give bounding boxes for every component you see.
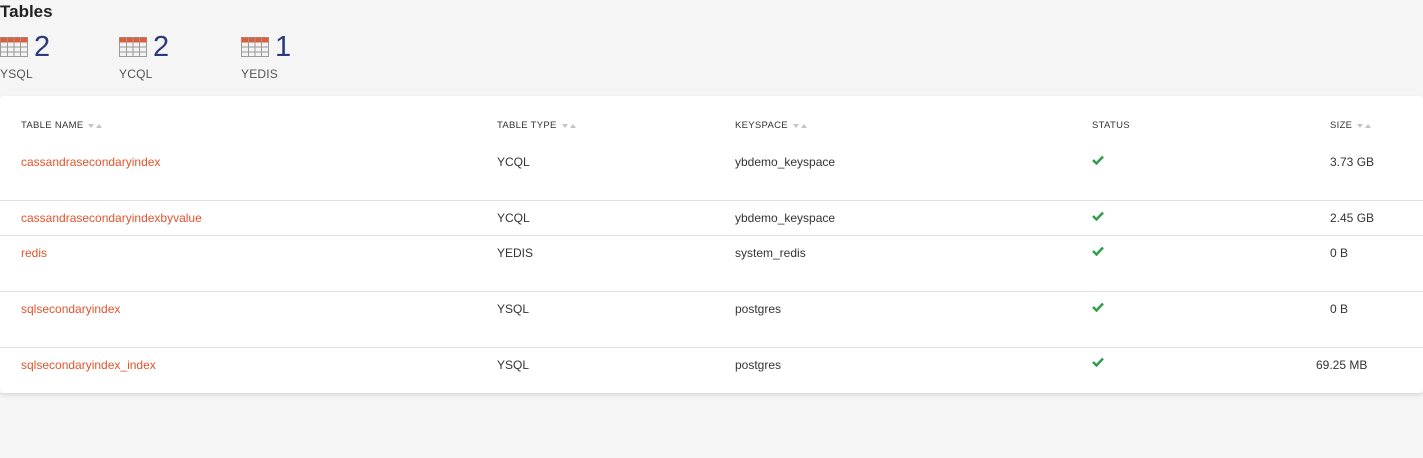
table-name-link[interactable]: sqlsecondaryindex_index <box>21 358 156 372</box>
summary-ysql: 2 YSQL <box>0 32 50 81</box>
check-icon <box>1092 246 1104 256</box>
summary-label: YEDIS <box>241 67 279 81</box>
table-type-cell: YSQL <box>497 302 530 316</box>
column-header-size[interactable]: SIZE <box>1330 120 1372 131</box>
summary-label: YSQL <box>0 67 33 81</box>
table-grid-icon <box>119 37 147 57</box>
column-header-label: SIZE <box>1330 120 1353 131</box>
summary-count: 2 <box>34 31 51 63</box>
table-type-cell: YCQL <box>497 211 530 225</box>
summary-count: 2 <box>153 31 170 63</box>
check-icon <box>1092 211 1104 221</box>
sort-arrows-icon <box>792 123 807 128</box>
table-name-link[interactable]: cassandrasecondaryindex <box>21 155 160 169</box>
summary-yedis: 1 YEDIS <box>241 32 291 81</box>
row-divider <box>0 235 1423 236</box>
summary-ycql: 2 YCQL <box>119 32 169 81</box>
row-divider <box>0 347 1423 348</box>
column-header-label: TABLE NAME <box>21 120 84 131</box>
column-header-label: KEYSPACE <box>735 120 788 131</box>
row-divider <box>0 200 1423 201</box>
column-header-status: STATUS <box>1092 120 1130 131</box>
tables-card <box>0 96 1423 393</box>
sort-arrows-icon <box>561 123 576 128</box>
keyspace-cell: system_redis <box>735 246 806 260</box>
check-icon <box>1092 155 1104 165</box>
keyspace-cell: postgres <box>735 302 782 316</box>
column-header-label: STATUS <box>1092 120 1130 131</box>
column-header-table-name[interactable]: TABLE NAME <box>21 120 103 131</box>
table-type-cell: YEDIS <box>497 246 534 260</box>
sort-arrows-icon <box>88 123 103 128</box>
size-cell: 2.45 GB <box>1330 211 1375 225</box>
table-grid-icon <box>0 37 28 57</box>
row-divider <box>0 291 1423 292</box>
size-cell: 0 B <box>1330 246 1349 260</box>
check-icon <box>1092 357 1104 367</box>
page-title: Tables <box>0 2 53 21</box>
sort-arrows-icon <box>1357 123 1372 128</box>
column-header-label: TABLE TYPE <box>497 120 557 131</box>
summary-count: 1 <box>275 31 292 63</box>
size-cell: 3.73 GB <box>1330 155 1375 169</box>
size-cell: 69.25 MB <box>1316 358 1368 372</box>
keyspace-cell: ybdemo_keyspace <box>735 211 836 225</box>
keyspace-cell: ybdemo_keyspace <box>735 155 836 169</box>
table-name-link[interactable]: cassandrasecondaryindexbyvalue <box>21 211 202 225</box>
summary-label: YCQL <box>119 67 153 81</box>
table-type-cell: YCQL <box>497 155 530 169</box>
keyspace-cell: postgres <box>735 358 782 372</box>
column-header-keyspace[interactable]: KEYSPACE <box>735 120 807 131</box>
table-type-cell: YSQL <box>497 358 530 372</box>
check-icon <box>1092 302 1104 312</box>
table-type-summary: 2 YSQL 2 YCQL 1 YEDIS <box>0 32 420 88</box>
table-name-link[interactable]: redis <box>21 246 47 260</box>
table-name-link[interactable]: sqlsecondaryindex <box>21 302 120 316</box>
column-header-table-type[interactable]: TABLE TYPE <box>497 120 576 131</box>
size-cell: 0 B <box>1330 302 1349 316</box>
table-grid-icon <box>241 37 269 57</box>
